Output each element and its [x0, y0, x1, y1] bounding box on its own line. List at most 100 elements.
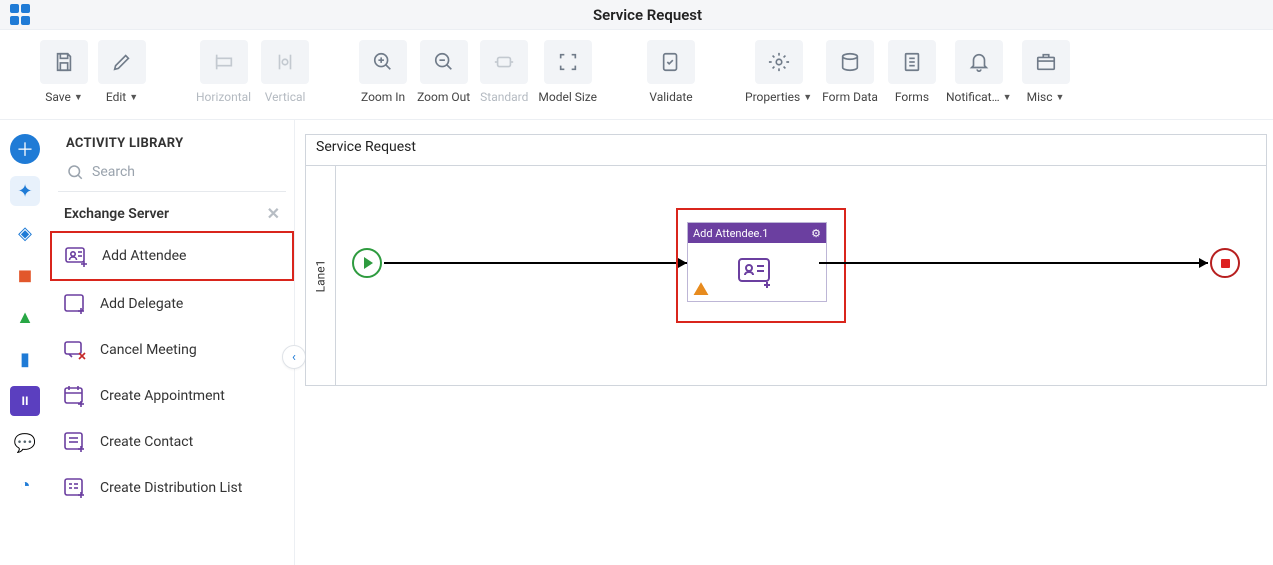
main: ＋ ✦ ◈ ◼ ▲ ▮ II 💬 ◔ ACTIVITY LIBRARY Exch… [0, 120, 1273, 565]
app-logo-icon [10, 4, 32, 26]
toolbar-forms-button[interactable]: Forms [888, 40, 936, 119]
toolbar-validate-button[interactable]: Validate [647, 40, 695, 119]
toolbar-icon [1022, 40, 1070, 84]
toolbar-icon [955, 40, 1003, 84]
toolbar-icon [755, 40, 803, 84]
box-icon[interactable]: ◈ [10, 218, 40, 248]
toolbar-label: Save ▼ [45, 90, 83, 104]
toolbar-label: Standard [480, 90, 528, 104]
activity-item-add-attendee[interactable]: Add Attendee [50, 231, 294, 281]
activity-icon [64, 243, 90, 269]
activity-library-panel: ACTIVITY LIBRARY Exchange Server ✕ Add A… [50, 120, 295, 565]
toolbar-standard-button: Standard [480, 40, 528, 119]
toolbar-icon [261, 40, 309, 84]
toolbar-label: Zoom In [361, 90, 405, 104]
chevron-down-icon: ▼ [1056, 92, 1065, 103]
activity-item-create-appointment[interactable]: Create Appointment [50, 373, 294, 419]
activity-label: Add Attendee [102, 248, 186, 264]
connector [819, 262, 1208, 264]
search-row [50, 163, 294, 191]
close-icon[interactable]: ✕ [267, 204, 280, 223]
activity-item-cancel-meeting[interactable]: Cancel Meeting [50, 327, 294, 373]
toolbar-edit-button[interactable]: Edit ▼ [98, 40, 146, 119]
toolbar-save-button[interactable]: Save ▼ [40, 40, 88, 119]
arrow-icon [1199, 258, 1208, 268]
toolbar-icon [98, 40, 146, 84]
activity-icon [62, 383, 88, 409]
category-label: Exchange Server [64, 206, 169, 222]
chat-icon[interactable]: 💬 [10, 428, 40, 458]
toolbar-icon [200, 40, 248, 84]
toolbar-label: Properties ▼ [745, 90, 812, 104]
process-canvas[interactable]: Service Request Lane1 Add Attendee.1 ⚙ [305, 134, 1267, 386]
toolbar-zoom-out-button[interactable]: Zoom Out [417, 40, 470, 119]
toolbar-zoom-in-button[interactable]: Zoom In [359, 40, 407, 119]
activity-label: Add Delegate [100, 296, 183, 312]
canvas-title: Service Request [316, 133, 416, 161]
office-icon[interactable]: ◼ [10, 260, 40, 290]
app-icon[interactable]: II [10, 386, 40, 416]
toolbar-icon [647, 40, 695, 84]
activity-icon [62, 337, 88, 363]
nav-rail: ＋ ✦ ◈ ◼ ▲ ▮ II 💬 ◔ [0, 120, 50, 565]
start-event-icon[interactable] [352, 248, 382, 278]
toolbar-icon [359, 40, 407, 84]
gear-icon[interactable]: ⚙ [811, 227, 821, 240]
exchange-icon[interactable]: ✦ [10, 176, 40, 206]
toolbar-label: Validate [649, 90, 692, 104]
toolbar-horizontal-button: Horizontal [196, 40, 251, 119]
toolbar-label: Model Size [538, 90, 597, 104]
drive-icon[interactable]: ▲ [10, 302, 40, 332]
sidebar-title: ACTIVITY LIBRARY [50, 120, 294, 163]
clipboard-icon[interactable]: ▮ [10, 344, 40, 374]
activity-header: Add Attendee.1 ⚙ [688, 223, 826, 243]
toolbar-notificat--button[interactable]: Notificat… ▼ [946, 40, 1012, 119]
toolbar-icon [826, 40, 874, 84]
toolbar-label: Vertical [265, 90, 306, 104]
canvas-area: Service Request Lane1 Add Attendee.1 ⚙ [295, 120, 1273, 565]
activity-body [688, 243, 826, 301]
activity-list: Add Attendee Add Delegate Cancel Meeting Cr… [50, 231, 294, 511]
activity-title: Add Attendee.1 [693, 227, 768, 240]
toolbar-label: Form Data [822, 90, 878, 104]
chevron-down-icon: ▼ [129, 92, 138, 103]
toolbar-icon [544, 40, 592, 84]
divider [58, 191, 286, 192]
chevron-down-icon: ▼ [803, 92, 812, 103]
toolbar-form-data-button[interactable]: Form Data [822, 40, 878, 119]
connector [384, 262, 706, 264]
toolbar-label: Notificat… ▼ [946, 90, 1012, 104]
toolbar-misc-button[interactable]: Misc ▼ [1022, 40, 1070, 119]
toolbar-label: Horizontal [196, 90, 251, 104]
end-event-icon[interactable] [1210, 248, 1240, 278]
page-title: Service Request [32, 6, 1263, 24]
activity-item-add-delegate[interactable]: Add Delegate [50, 281, 294, 327]
activity-icon [62, 475, 88, 501]
title-bar: Service Request [0, 0, 1273, 30]
chevron-down-icon: ▼ [74, 92, 83, 103]
toolbar-model-size-button[interactable]: Model Size [538, 40, 597, 119]
toolbar-properties-button[interactable]: Properties ▼ [745, 40, 812, 119]
add-button-icon[interactable]: ＋ [10, 134, 40, 164]
warning-icon [693, 281, 709, 297]
lane-label: Lane1 [306, 166, 336, 386]
toolbar-icon [40, 40, 88, 84]
toolbar-label: Misc ▼ [1027, 90, 1065, 104]
activity-node[interactable]: Add Attendee.1 ⚙ [687, 222, 827, 302]
toolbar-label: Edit ▼ [106, 90, 138, 104]
activity-item-create-distribution-list[interactable]: Create Distribution List [50, 465, 294, 511]
toolbar: Save ▼ Edit ▼ Horizontal Vertical Zoom In Zoo… [0, 30, 1273, 120]
activity-label: Create Appointment [100, 388, 225, 404]
more-icon[interactable]: ◔ [10, 470, 40, 500]
activity-item-create-contact[interactable]: Create Contact [50, 419, 294, 465]
toolbar-vertical-button: Vertical [261, 40, 309, 119]
toolbar-icon [888, 40, 936, 84]
chevron-down-icon: ▼ [1003, 92, 1012, 103]
toolbar-label: Zoom Out [417, 90, 470, 104]
search-icon [66, 163, 84, 181]
activity-label: Create Distribution List [100, 480, 242, 496]
search-input[interactable] [92, 164, 262, 180]
collapse-sidebar-button[interactable]: ‹ [282, 345, 306, 369]
activity-icon [62, 291, 88, 317]
activity-icon [62, 429, 88, 455]
